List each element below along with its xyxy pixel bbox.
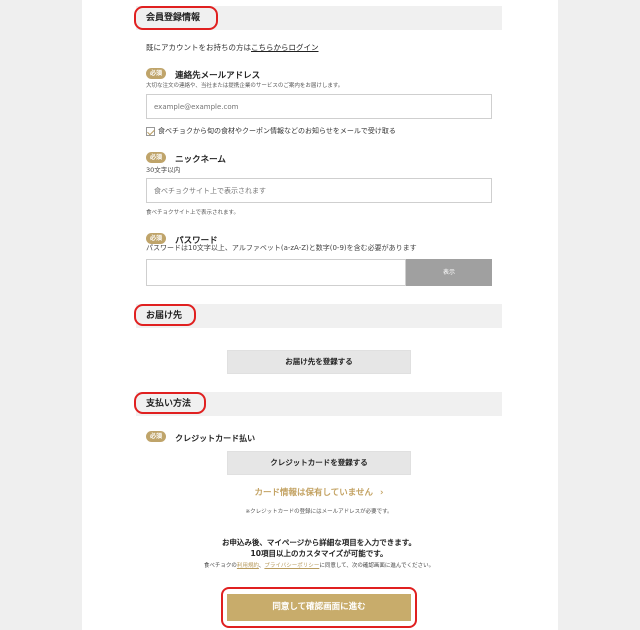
nickname-title: ニックネーム	[175, 155, 226, 165]
login-prompt: 既にアカウントをお持ちの方はこちらからログイン	[146, 42, 319, 53]
newsletter-checkbox[interactable]	[146, 126, 155, 136]
highlight-ring-delivery	[134, 304, 196, 326]
highlight-ring-submit	[221, 587, 417, 628]
terms-link[interactable]: 利用規約	[237, 563, 259, 569]
password-description: パスワードは10文字以上、アルファベット(a-zA-Z)と数字(0-9)を含む必…	[146, 244, 417, 252]
chevron-right-icon: ›	[379, 488, 384, 498]
card-status-link[interactable]: カード情報は保有していません ›	[227, 486, 411, 498]
privacy-link[interactable]: プライバシーポリシー	[264, 563, 319, 569]
email-input[interactable]	[146, 94, 492, 119]
email-title: 連絡先メールアドレス	[175, 71, 261, 81]
nickname-limit: 30文字以内	[146, 166, 181, 174]
terms-prefix: 食べチョクの	[203, 563, 237, 569]
card-status-text: カード情報は保有していません	[254, 488, 374, 498]
highlight-ring-member	[134, 6, 218, 30]
nickname-note: 食べチョクサイト上で表示されます。	[146, 210, 239, 216]
required-badge: 必須	[146, 152, 166, 163]
password-show-button[interactable]: 表示	[406, 259, 492, 286]
nickname-input[interactable]	[146, 178, 492, 203]
terms-suffix: に同意して、次の確認画面に進んでください。	[319, 563, 435, 569]
login-link[interactable]: こちらからログイン	[251, 43, 319, 52]
highlight-ring-payment	[134, 392, 206, 414]
footer-line1: お申込み後、マイページから詳細な項目を入力できます。	[221, 538, 417, 547]
payment-method-row: 必須 クレジットカード払い	[146, 426, 255, 445]
payment-method-label: クレジットカード払い	[175, 434, 256, 443]
card-note: ※クレジットカードの登録にはメールアドレスが必要です。	[245, 509, 393, 515]
card-register-button[interactable]: クレジットカードを登録する	[227, 451, 411, 475]
password-input[interactable]	[146, 259, 406, 286]
required-badge: 必須	[146, 68, 166, 79]
newsletter-row[interactable]: 食べチョクから旬の食材やクーポン情報などのお知らせをメールで受け取る	[146, 126, 396, 136]
newsletter-label: 食べチョクから旬の食材やクーポン情報などのお知らせをメールで受け取る	[158, 127, 396, 135]
delivery-register-button[interactable]: お届け先を登録する	[227, 350, 411, 374]
terms-line: 食べチョクの利用規約、プライバシーポリシーに同意して、次の確認画面に進んでくださ…	[136, 561, 502, 569]
footer-line2: 10項目以上のカスタマイズが可能です。	[250, 549, 388, 558]
email-label-row: 必須 連絡先メールアドレス	[146, 63, 260, 82]
email-description: 大切な注文の連絡や、当社または提携企業のサービスのご案内をお届けします。	[146, 83, 344, 89]
login-prompt-text: 既にアカウントをお持ちの方は	[146, 43, 251, 52]
footer-info: お申込み後、マイページから詳細な項目を入力できます。 10項目以上のカスタマイズ…	[136, 537, 502, 559]
required-badge: 必須	[146, 431, 166, 442]
